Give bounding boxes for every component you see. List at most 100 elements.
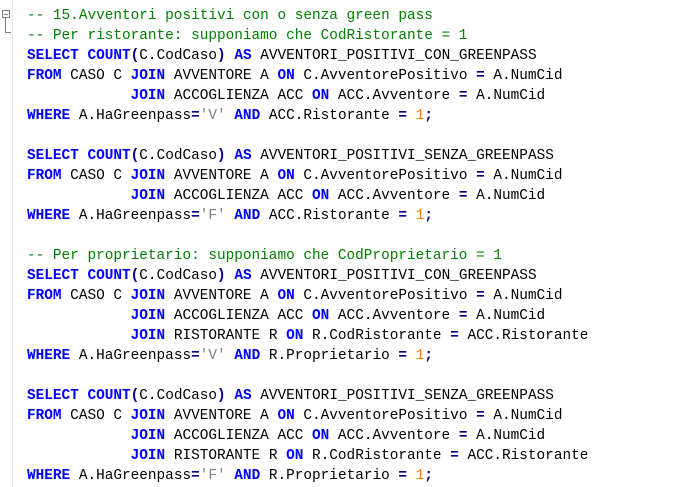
code-line[interactable]: JOIN RISTORANTE R ON R.CodRistorante = A… xyxy=(27,446,689,466)
operator-token: ) xyxy=(217,148,226,164)
identifier-token xyxy=(226,348,235,364)
identifier-token: A.NumCid xyxy=(467,308,546,324)
identifier-token: ACC.Ristorante xyxy=(458,328,589,344)
identifier-token xyxy=(226,108,235,124)
keyword-token: AS xyxy=(234,268,252,284)
identifier-token: A.HaGreenpass xyxy=(70,208,192,224)
identifier-token xyxy=(226,468,235,484)
identifier-token: CASO C xyxy=(61,408,131,424)
operator-token: = xyxy=(476,288,485,304)
keyword-token: ON xyxy=(277,288,295,304)
keyword-token: WHERE xyxy=(27,468,71,484)
operator-token: ( xyxy=(130,268,140,284)
identifier-token xyxy=(226,208,235,224)
identifier-token xyxy=(407,348,416,364)
identifier-token: ACCOGLIENZA ACC xyxy=(165,308,312,324)
operator-token: = xyxy=(450,448,459,464)
code-line[interactable]: -- Per ristorante: supponiamo che CodRis… xyxy=(27,26,689,46)
keyword-token: JOIN xyxy=(130,68,166,84)
identifier-token: A.HaGreenpass xyxy=(70,108,192,124)
identifier-token: C.CodCaso xyxy=(139,48,218,64)
identifier-token: A.HaGreenpass xyxy=(70,468,192,484)
operator-token: ( xyxy=(130,148,140,164)
identifier-token: ACC.Ristorante xyxy=(260,108,399,124)
identifier-token: C.AvventorePositivo xyxy=(294,68,477,84)
keyword-token: AS xyxy=(234,148,252,164)
keyword-token: ON xyxy=(312,428,330,444)
blank-line[interactable] xyxy=(27,126,689,146)
keyword-token: JOIN xyxy=(130,328,166,344)
code-line[interactable]: JOIN RISTORANTE R ON R.CodRistorante = A… xyxy=(27,326,689,346)
operator-token: ) xyxy=(217,388,226,404)
identifier-token: C.AvventorePositivo xyxy=(294,168,477,184)
identifier-token: A.NumCid xyxy=(467,188,546,204)
keyword-token: COUNT xyxy=(87,268,131,284)
code-line[interactable]: JOIN ACCOGLIENZA ACC ON ACC.Avventore = … xyxy=(27,86,689,106)
identifier-token: R.CodRistorante xyxy=(303,328,451,344)
fold-collapse-icon[interactable] xyxy=(2,10,10,18)
code-line[interactable]: SELECT COUNT(C.CodCaso) AS AVVENTORI_POS… xyxy=(27,46,689,66)
identifier-token: ACCOGLIENZA ACC xyxy=(165,88,312,104)
code-line[interactable]: WHERE A.HaGreenpass='V' AND ACC.Ristoran… xyxy=(27,106,689,126)
code-line[interactable]: SELECT COUNT(C.CodCaso) AS AVVENTORI_POS… xyxy=(27,386,689,406)
keyword-token: JOIN xyxy=(130,168,166,184)
code-editor[interactable]: -- 15.Avventori positivi con o senza gre… xyxy=(27,6,689,486)
code-line[interactable]: -- Per proprietario: supponiamo che CodP… xyxy=(27,246,689,266)
identifier-token: AVVENTORE A xyxy=(165,68,278,84)
identifier-token: R.CodRistorante xyxy=(303,448,451,464)
identifier-token xyxy=(407,208,416,224)
keyword-token: AND xyxy=(234,468,261,484)
code-line[interactable]: WHERE A.HaGreenpass='V' AND R.Proprietar… xyxy=(27,346,689,366)
code-line[interactable]: FROM CASO C JOIN AVVENTORE A ON C.Avvent… xyxy=(27,166,689,186)
keyword-token: WHERE xyxy=(27,348,71,364)
identifier-token xyxy=(27,88,131,104)
operator-token: = xyxy=(191,108,200,124)
code-line[interactable]: SELECT COUNT(C.CodCaso) AS AVVENTORI_POS… xyxy=(27,146,689,166)
fold-line xyxy=(5,18,6,32)
keyword-token: WHERE xyxy=(27,108,71,124)
identifier-token: AVVENTORI_POSITIVI_SENZA_GREENPASS xyxy=(251,148,554,164)
identifier-token: C.AvventorePositivo xyxy=(294,408,477,424)
identifier-token: AVVENTORI_POSITIVI_SENZA_GREENPASS xyxy=(251,388,554,404)
keyword-token: JOIN xyxy=(130,428,166,444)
identifier-token: ACCOGLIENZA ACC xyxy=(165,188,312,204)
code-line[interactable]: SELECT COUNT(C.CodCaso) AS AVVENTORI_POS… xyxy=(27,266,689,286)
operator-token: = xyxy=(476,168,485,184)
keyword-token: ON xyxy=(312,188,330,204)
keyword-token: ON xyxy=(277,168,295,184)
identifier-token: A.NumCid xyxy=(467,88,546,104)
keyword-token: JOIN xyxy=(130,308,166,324)
identifier-token: ACC.Avventore xyxy=(329,308,459,324)
identifier-token xyxy=(27,308,131,324)
code-line[interactable]: WHERE A.HaGreenpass='F' AND R.Proprietar… xyxy=(27,466,689,486)
operator-token: ; xyxy=(424,108,433,124)
identifier-token: AVVENTORE A xyxy=(165,288,278,304)
identifier-token xyxy=(27,328,131,344)
comment-token: -- Per ristorante: supponiamo che CodRis… xyxy=(27,28,468,44)
blank-line[interactable] xyxy=(27,366,689,386)
keyword-token: JOIN xyxy=(130,448,166,464)
identifier-token: AVVENTORI_POSITIVI_CON_GREENPASS xyxy=(251,48,537,64)
identifier-token: C.CodCaso xyxy=(139,148,218,164)
operator-token: = xyxy=(398,108,408,124)
keyword-token: SELECT xyxy=(27,388,79,404)
comment-token: -- Per proprietario: supponiamo che CodP… xyxy=(27,248,502,264)
code-line[interactable]: JOIN ACCOGLIENZA ACC ON ACC.Avventore = … xyxy=(27,426,689,446)
operator-token: = xyxy=(191,208,200,224)
keyword-token: AND xyxy=(234,108,261,124)
code-line[interactable]: -- 15.Avventori positivi con o senza gre… xyxy=(27,6,689,26)
identifier-token: ACC.Ristorante xyxy=(458,448,589,464)
identifier-token xyxy=(27,188,131,204)
code-line[interactable]: FROM CASO C JOIN AVVENTORE A ON C.Avvent… xyxy=(27,286,689,306)
code-line[interactable]: FROM CASO C JOIN AVVENTORE A ON C.Avvent… xyxy=(27,66,689,86)
keyword-token: ON xyxy=(286,448,304,464)
code-line[interactable]: FROM CASO C JOIN AVVENTORE A ON C.Avvent… xyxy=(27,406,689,426)
keyword-token: COUNT xyxy=(87,388,131,404)
blank-line[interactable] xyxy=(27,226,689,246)
code-line[interactable]: WHERE A.HaGreenpass='F' AND ACC.Ristoran… xyxy=(27,206,689,226)
identifier-token: R.Proprietario xyxy=(260,348,399,364)
keyword-token: SELECT xyxy=(27,48,79,64)
code-line[interactable]: JOIN ACCOGLIENZA ACC ON ACC.Avventore = … xyxy=(27,306,689,326)
identifier-token: RISTORANTE R xyxy=(165,328,287,344)
code-line[interactable]: JOIN ACCOGLIENZA ACC ON ACC.Avventore = … xyxy=(27,186,689,206)
